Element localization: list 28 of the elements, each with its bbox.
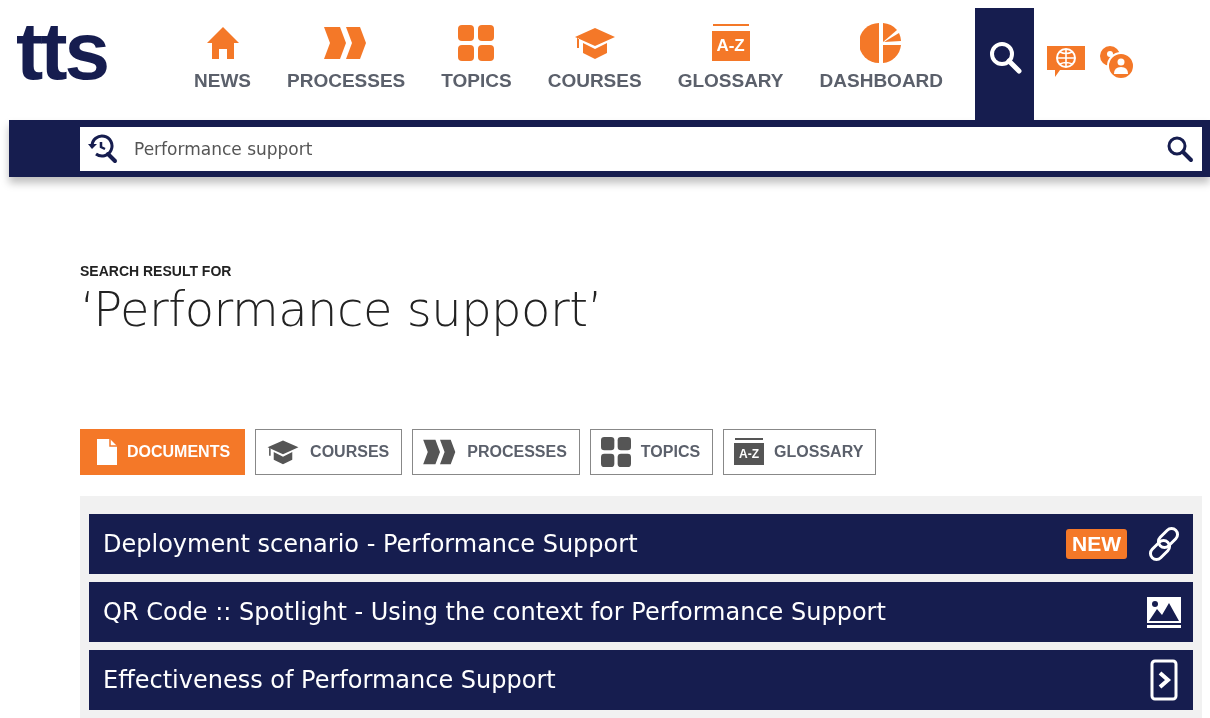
filter-tab[interactable]: PROCESSES <box>412 429 580 475</box>
chevrons-icon <box>324 26 369 60</box>
search-icon <box>987 40 1022 74</box>
chevrons-icon <box>423 439 458 465</box>
search-button[interactable] <box>975 8 1035 120</box>
filter-tab[interactable]: TOPICS <box>589 429 714 475</box>
tiles-icon <box>600 437 631 467</box>
result-row[interactable]: Effectiveness of Performance Support <box>89 650 1193 710</box>
document-icon <box>97 439 117 465</box>
tiles-icon <box>458 25 495 61</box>
new-badge: NEW <box>1066 529 1127 559</box>
search-field[interactable]: Performance support <box>80 127 1202 171</box>
search-query-title: ‘Performance support’ <box>80 281 604 337</box>
filter-tab[interactable]: COURSES <box>255 429 403 475</box>
nav-item[interactable]: NEWS <box>176 8 269 120</box>
nav-item[interactable]: TOPICS <box>423 8 530 120</box>
graduation-cap-icon <box>266 438 301 466</box>
search-result-caption: SEARCH RESULT FOR <box>80 263 233 279</box>
nav-item[interactable]: A-Z GLOSSARY <box>659 8 802 120</box>
nav-item[interactable]: DASHBOARD <box>801 8 962 120</box>
logo[interactable]: tts <box>0 8 156 120</box>
pie-chart-icon <box>860 22 903 64</box>
nav-item[interactable]: COURSES <box>529 8 660 120</box>
filter-tab[interactable]: A-Z GLOSSARY <box>723 429 877 475</box>
result-row[interactable]: Deployment scenario - Performance Support NEW <box>89 514 1193 574</box>
nav-item[interactable]: PROCESSES <box>269 8 424 120</box>
result-row[interactable]: QR Code :: Spotlight - Using the context for Performance Support <box>89 582 1193 642</box>
search-icon[interactable] <box>1166 135 1194 163</box>
